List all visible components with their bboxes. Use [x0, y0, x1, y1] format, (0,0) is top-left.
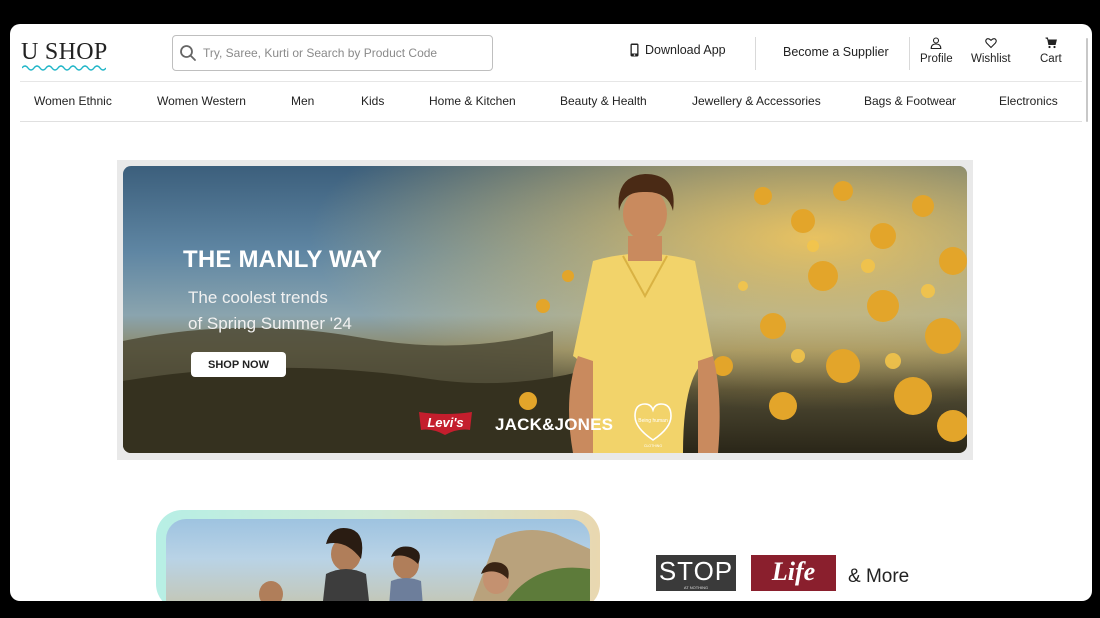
search-box[interactable] [172, 35, 493, 71]
shop-now-button[interactable]: SHOP NOW [191, 352, 286, 377]
nav-item-electronics[interactable]: Electronics [999, 94, 1058, 108]
site-header: U SHOP Download App Become a Supplier [20, 24, 1082, 82]
profile-button[interactable]: Profile [920, 37, 953, 65]
banner-scene-image [123, 166, 967, 453]
download-app-label: Download App [645, 43, 726, 57]
banner-subtitle-line2: of Spring Summer '24 [188, 314, 352, 333]
nav-item-bags-footwear[interactable]: Bags & Footwear [864, 94, 956, 108]
promo-card-image [166, 519, 590, 601]
search-input[interactable] [203, 36, 488, 70]
site-logo[interactable]: U SHOP [21, 39, 108, 66]
nav-item-home-kitchen[interactable]: Home & Kitchen [429, 94, 516, 108]
divider [909, 37, 910, 70]
scrollbar[interactable] [1086, 38, 1088, 122]
wishlist-button[interactable]: Wishlist [971, 37, 1011, 65]
banner-subtitle-line1: The coolest trends [188, 288, 328, 307]
profile-label: Profile [920, 53, 953, 65]
nav-item-men[interactable]: Men [291, 94, 314, 108]
levis-text: Levi's [427, 415, 464, 430]
jack-jones-logo: JACK&JONES [495, 415, 614, 434]
brand-stop-logo[interactable]: STOP AT NOTHING [656, 555, 736, 591]
more-brands-text: & More [848, 566, 910, 587]
brand-stop-subtext: AT NOTHING [683, 585, 709, 590]
brand-stop-text: STOP [658, 556, 734, 586]
levis-logo: Levi's [418, 410, 473, 436]
download-app-link[interactable]: Download App [630, 43, 726, 57]
divider [755, 37, 756, 70]
nav-item-jewellery-accessories[interactable]: Jewellery & Accessories [692, 94, 821, 108]
being-human-subtext: CLOTHING [643, 444, 663, 448]
nav-item-beauty-health[interactable]: Beauty & Health [560, 94, 647, 108]
being-human-text: Being human [638, 418, 668, 424]
wishlist-label: Wishlist [971, 53, 1011, 65]
become-supplier-link[interactable]: Become a Supplier [783, 45, 889, 59]
phone-icon [630, 43, 639, 57]
search-icon[interactable] [179, 44, 197, 62]
nav-item-kids[interactable]: Kids [361, 94, 384, 108]
heart-icon [985, 38, 997, 49]
cart-icon [1045, 37, 1057, 49]
being-human-logo: Being human CLOTHING [631, 400, 675, 452]
profile-icon [930, 37, 942, 49]
nav-item-women-western[interactable]: Women Western [157, 94, 246, 108]
category-nav: Women Ethnic Women Western Men Kids Home… [20, 82, 1082, 122]
promo-card[interactable] [156, 510, 600, 601]
hero-banner-container: THE MANLY WAY The coolest trends of Spri… [117, 160, 973, 460]
cart-button[interactable]: Cart [1040, 37, 1062, 65]
browser-viewport: U SHOP Download App Become a Supplier [10, 24, 1092, 601]
nav-item-women-ethnic[interactable]: Women Ethnic [34, 94, 112, 108]
banner-title: THE MANLY WAY [183, 246, 383, 273]
brand-life-logo[interactable]: Life [751, 555, 836, 591]
cart-label: Cart [1040, 53, 1062, 65]
hero-banner[interactable]: THE MANLY WAY The coolest trends of Spri… [123, 166, 967, 453]
brand-life-text: Life [771, 557, 816, 586]
logo-wave-icon [22, 65, 106, 71]
promo-scene-image [259, 528, 590, 601]
